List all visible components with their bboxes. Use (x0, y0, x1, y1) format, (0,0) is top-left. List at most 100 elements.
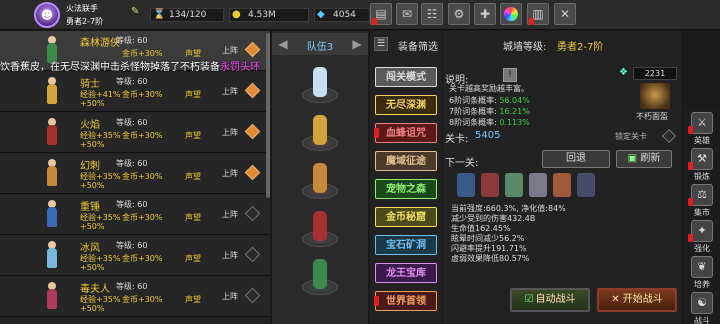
ticker-text: 饮香蕉皮，在无尽深渊中击杀怪物掉落了不朽装备 (0, 62, 220, 73)
hero-name: 重锤 (80, 202, 100, 213)
team-slot[interactable] (298, 67, 342, 107)
gold-value: 4.53M (248, 10, 276, 20)
side-nav-item[interactable]: ☯ 战斗 (685, 290, 719, 324)
side-nav-item[interactable]: ⚖ 集市 (685, 182, 719, 220)
gamepad-icon[interactable]: ☷ (421, 3, 443, 25)
hero-row[interactable]: 冰风 等级: 60 经验+35% 金币+30% 声望 +50% 上阵 (0, 236, 270, 276)
team-slot[interactable] (298, 259, 342, 299)
hero-row[interactable]: 火焰 等级: 60 经验+35% 金币+30% 声望 +50% 上阵 (0, 113, 270, 153)
back-button[interactable]: 回退 (542, 150, 610, 168)
side-nav-item[interactable]: ✦ 强化 (685, 218, 719, 256)
side-nav-item[interactable]: ⚒ 锻炼 (685, 146, 719, 184)
drop-rate-value: 16.21% (499, 107, 530, 116)
hero-row[interactable]: 幻刺 等级: 60 经验+35% 金币+30% 声望 +50% 上阵 (0, 154, 270, 194)
start-battle-button[interactable]: ✕ 开始战斗 (597, 288, 677, 312)
mode-label: 龙王宝库 (386, 268, 426, 279)
team-slot[interactable] (298, 211, 342, 251)
hero-deploy-toggle[interactable] (244, 246, 261, 263)
hero-extra-bonus: +50% (80, 181, 105, 190)
hero-gold-bonus: 金币+30% (122, 295, 163, 304)
filter-menu-icon[interactable]: ☰ (374, 37, 388, 51)
monster-portrait (553, 173, 571, 197)
drop-rate-label: 6阶词条概率: (449, 96, 500, 105)
hero-extra-bonus: +50% (80, 263, 105, 272)
auto-battle-button[interactable]: ☑ 自动战斗 (510, 288, 590, 312)
mail-icon[interactable]: ✉ (396, 3, 418, 25)
hero-deploy-toggle[interactable] (244, 123, 261, 140)
monster-portrait (457, 173, 475, 197)
mode-label: 金币秘窟 (386, 212, 426, 223)
team-slot[interactable] (298, 115, 342, 155)
gold-coin-icon: ● (232, 9, 241, 20)
alert-badge (688, 234, 693, 242)
scroll-icon[interactable]: ▥ (527, 3, 549, 25)
shop-icon[interactable]: ▤ (370, 3, 392, 25)
hero-gold-bonus: 金币+30% (122, 254, 163, 263)
refresh-button[interactable]: ▣ 刷新 (616, 150, 672, 168)
mode-button[interactable]: 无尽深渊 (375, 95, 437, 115)
hero-row[interactable]: 骑士 等级: 60 经验+41% 金币+30% 声望 +50% 上阵 (0, 72, 270, 112)
side-nav-icon: ☯ (691, 292, 713, 314)
hero-deploy-toggle[interactable] (244, 41, 261, 58)
start-battle-label: 开始战斗 (622, 294, 663, 305)
side-nav-item[interactable]: ⚔ 英雄 (685, 110, 719, 148)
hero-gold-bonus: 金币+30% (122, 90, 163, 99)
lock-stage-checkbox[interactable] (661, 128, 677, 144)
refresh-label: 刷新 (640, 153, 661, 164)
hero-deploy-toggle[interactable] (244, 205, 261, 222)
team-hero-figure (313, 163, 327, 193)
drop-rate-7: 7阶词条概率: 16.21% (449, 106, 530, 117)
player-avatar[interactable]: ☻ (34, 2, 60, 28)
hero-fame-bonus: 声望 (185, 213, 201, 222)
mode-button[interactable]: 龙王宝库 (375, 263, 437, 283)
mode-button[interactable]: 血蜂诅咒 (374, 123, 437, 143)
drop-rate-value: 0.113% (499, 118, 530, 127)
broadcast-ticker: 饮香蕉皮，在无尽深渊中击杀怪物掉落了不朽装备永罚头环 (0, 58, 300, 73)
hero-gold-bonus: 金币+30% (122, 172, 163, 181)
stage-value: 5405 (475, 130, 501, 141)
team-next-button[interactable]: ▶ (348, 36, 366, 52)
mode-button[interactable]: 闯关模式 (375, 67, 437, 87)
boss-reward-icon[interactable] (640, 83, 670, 109)
monster-portrait (505, 173, 523, 197)
hero-portrait (38, 240, 66, 272)
hero-deploy-toggle[interactable] (244, 164, 261, 181)
hero-portrait (38, 76, 66, 108)
alert-badge (688, 126, 693, 134)
boss-reward-label: 不朽面盔 (636, 112, 668, 121)
side-nav-label: 战斗 (694, 316, 710, 324)
team-label: 队伍3 (306, 42, 334, 53)
team-prev-button[interactable]: ◀ (274, 36, 292, 52)
hero-gold-bonus: 金币+30% (122, 131, 163, 140)
hero-name: 毒夫人 (80, 284, 110, 295)
gear-icon[interactable]: ⚙ (448, 3, 470, 25)
hero-row[interactable]: 毒夫人 等级: 60 经验+35% 金币+30% 声望 +50% 上阵 (0, 277, 270, 317)
equipment-filter-label[interactable]: 装备筛选 (398, 38, 438, 53)
hero-name: 火焰 (80, 120, 100, 131)
gem-icon: ◆ (317, 9, 325, 20)
hero-extra-bonus: +50% (80, 304, 105, 313)
side-nav-item[interactable]: ❦ 培养 (685, 254, 719, 292)
mode-button[interactable]: 宝石矿洞 (375, 235, 437, 255)
hero-deploy-toggle[interactable] (244, 82, 261, 99)
mode-button[interactable]: 金币秘窟 (375, 207, 437, 227)
mode-button[interactable]: 宠物之森 (375, 179, 437, 199)
mode-button[interactable]: 魔域征途 (375, 151, 437, 171)
team-hero-figure (313, 115, 327, 145)
hero-name: 冰风 (80, 243, 100, 254)
color-wheel-icon[interactable] (500, 3, 522, 25)
side-nav-icon: ❦ (691, 256, 713, 278)
team-slot[interactable] (298, 163, 342, 203)
description-text: 关卡越高奖励越丰富。 (449, 84, 529, 93)
mode-button[interactable]: 世界首领 (374, 291, 437, 311)
info-icon[interactable]: ! (503, 68, 517, 82)
swords-icon[interactable]: ✕ (554, 3, 576, 25)
hero-level: 等级: 60 (116, 36, 148, 45)
team-header: ◀ 队伍3 ▶ (272, 33, 368, 55)
hero-deploy-label: 上阵 (222, 87, 238, 96)
hero-row[interactable]: 重锤 等级: 60 经验+35% 金币+30% 声望 +50% 上阵 (0, 195, 270, 235)
hero-deploy-toggle[interactable] (244, 287, 261, 304)
hero-deploy-label: 上阵 (222, 292, 238, 301)
gift-icon[interactable]: ✚ (474, 3, 496, 25)
edit-icon[interactable]: ✎ (131, 6, 143, 18)
